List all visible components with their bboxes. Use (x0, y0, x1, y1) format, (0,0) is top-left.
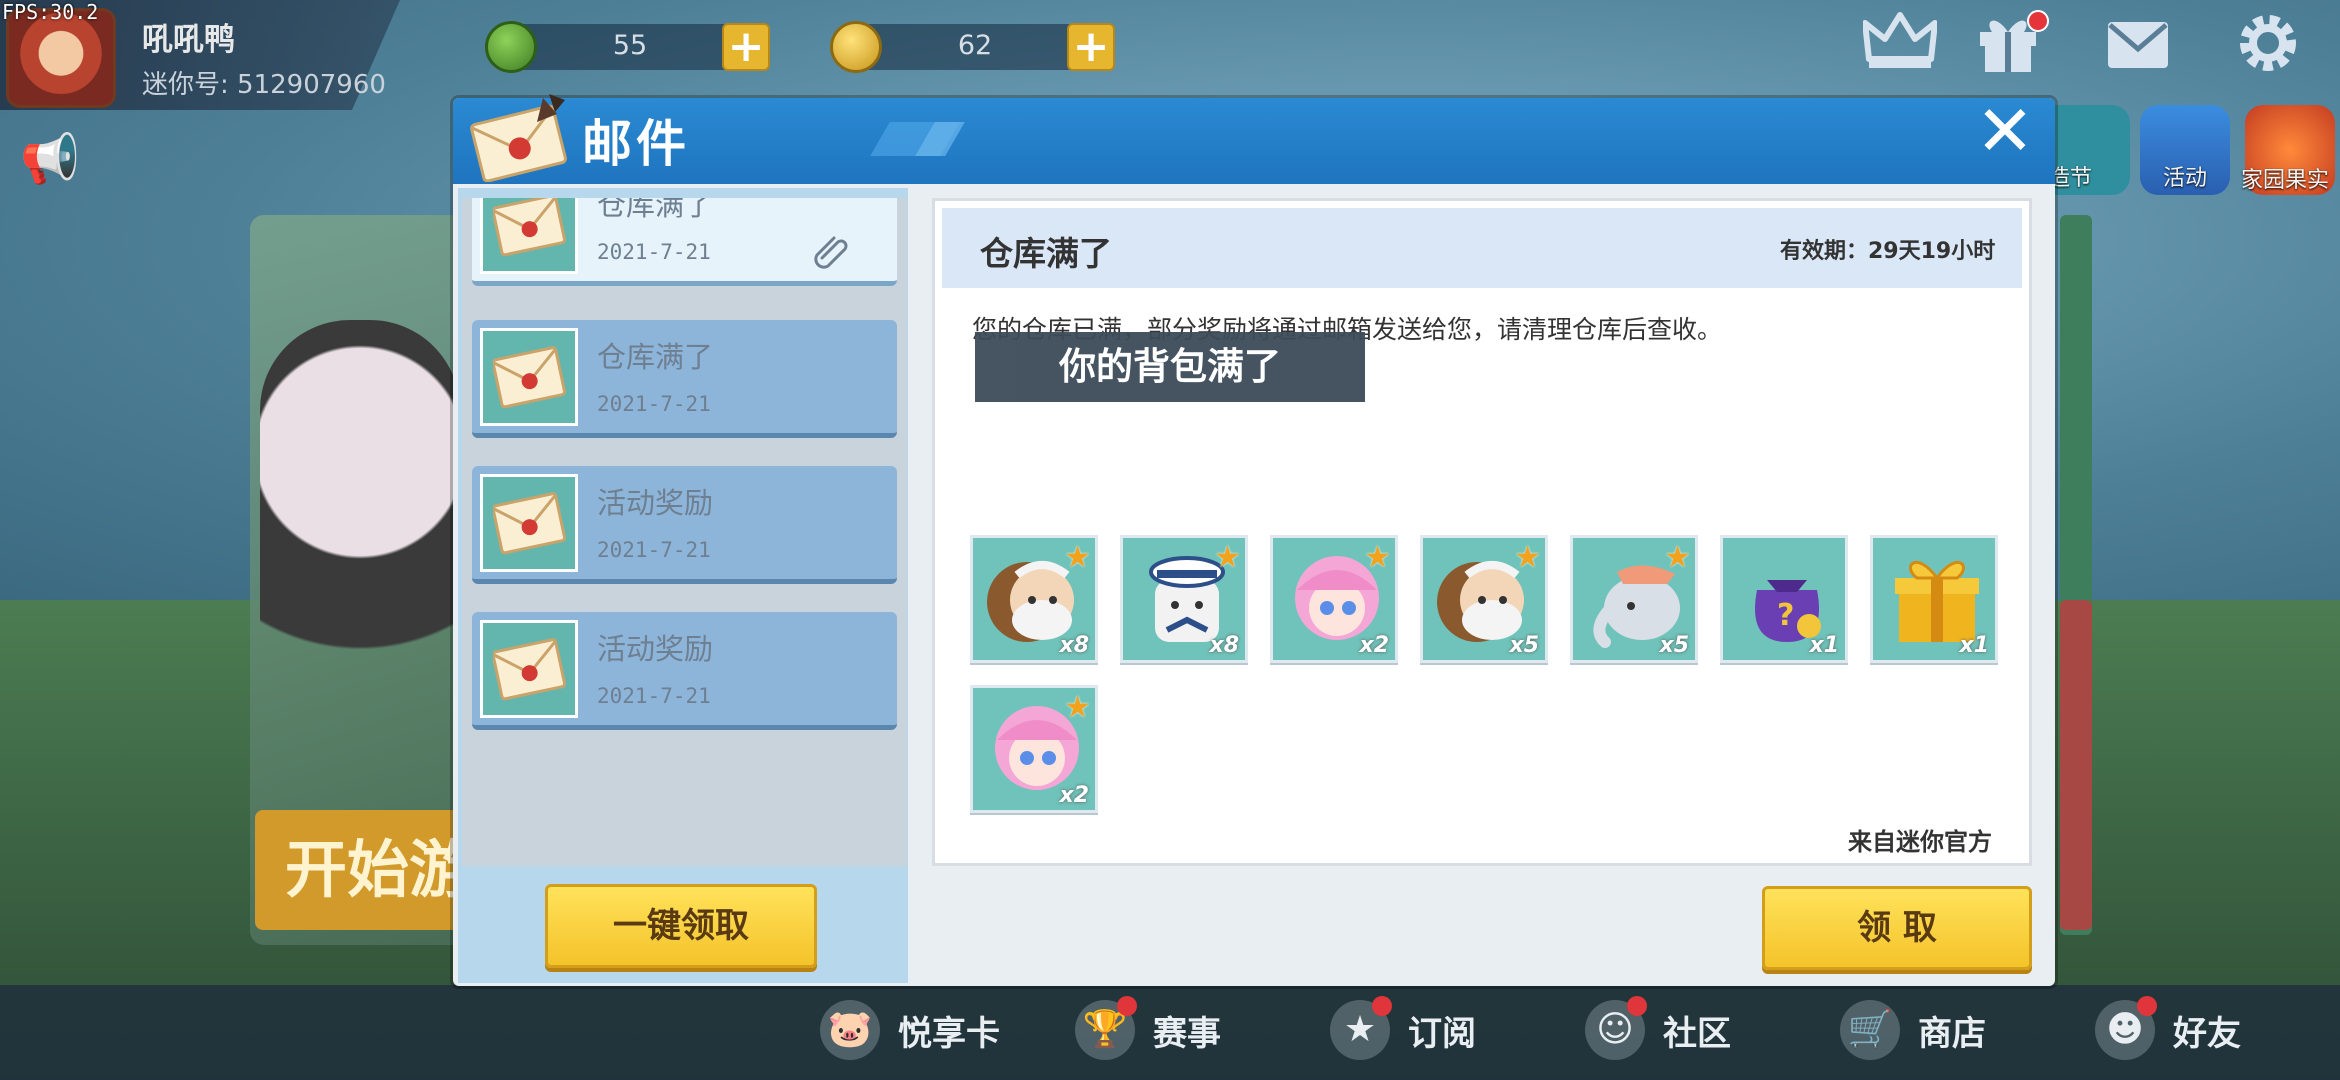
mail-envelope-icon (480, 198, 578, 274)
reward-item[interactable]: ★ x2 (1270, 535, 1398, 663)
reward-qty: x1 (1959, 633, 1990, 658)
background-red-tab (2060, 600, 2092, 930)
reward-qty: x8 (1059, 633, 1090, 658)
reward-item[interactable]: ★ x2 (970, 685, 1098, 813)
mail-expire: 有效期：29天19小时 (1780, 239, 1996, 264)
reward-qty: x5 (1509, 633, 1540, 658)
claim-all-button[interactable]: 一键领取 (545, 884, 817, 968)
mail-date: 2021-7-21 (597, 240, 711, 264)
nav-label: 赛事 (1153, 1013, 1221, 1054)
reward-item[interactable]: ★ x8 (970, 535, 1098, 663)
star-icon: ★ (1064, 540, 1091, 575)
mail-envelope-icon (480, 474, 578, 572)
gear-icon[interactable] (2228, 10, 2308, 90)
mail-title: 活动奖励 (597, 486, 714, 520)
star-icon: ★ (1514, 540, 1541, 575)
claim-button[interactable]: 领 取 (1762, 886, 2032, 970)
green-coin-value: 55 (612, 30, 648, 61)
mail-title: 仓库满了 (597, 198, 714, 222)
nickname: 吼吼鸭 (142, 22, 235, 58)
nav-item-community[interactable]: ☺ 社区 (1585, 995, 1731, 1065)
crown-icon[interactable] (1860, 10, 1940, 90)
reward-item[interactable]: ★ x8 (1120, 535, 1248, 663)
reward-qty: x8 (1209, 633, 1240, 658)
green-coin-icon (485, 21, 537, 73)
mail-dialog-header (453, 98, 2055, 184)
gift-notification-dot (2027, 10, 2049, 32)
notification-dot (1117, 996, 1137, 1016)
notification-dot (2137, 996, 2157, 1016)
gold-coin-plus-button[interactable]: + (1067, 23, 1115, 71)
background-character (260, 320, 460, 760)
star-icon: ★ (1664, 540, 1691, 575)
envelope-icon (465, 92, 575, 183)
green-coin-plus-button[interactable]: + (722, 23, 770, 71)
star-icon: ★ (1064, 690, 1091, 725)
reward-item[interactable]: ? x1 (1720, 535, 1848, 663)
background-start-button: 开始游 (255, 810, 475, 930)
mail-subject: 仓库满了 (980, 234, 1112, 273)
caption-overlay: 你的背包满了 (975, 332, 1365, 402)
nav-item-subscribe[interactable]: ★ 订阅 (1330, 995, 1476, 1065)
reward-item[interactable]: ★ x5 (1420, 535, 1548, 663)
mail-icon[interactable] (2098, 10, 2178, 90)
friend-icon: ☻ (2095, 996, 2157, 1060)
gold-coin-icon (830, 21, 882, 73)
nav-label: 悦享卡 (898, 1013, 1000, 1054)
fruit-label: 家园果实 (2240, 168, 2329, 193)
star-icon: ★ (1214, 540, 1241, 575)
mail-title: 仓库满了 (597, 340, 714, 374)
mail-list-item[interactable]: 活动奖励 2021-7-21 (472, 612, 897, 730)
reward-qty: x2 (1059, 783, 1090, 808)
user-id: 迷你号: 512907960 (142, 70, 386, 100)
mail-date: 2021-7-21 (597, 538, 711, 562)
announcement-horn-icon[interactable]: 📢 (20, 130, 80, 187)
notification-dot (1372, 996, 1392, 1016)
reward-qty: x2 (1359, 633, 1390, 658)
reward-item[interactable]: ★ x5 (1570, 535, 1698, 663)
mail-date: 2021-7-21 (597, 684, 711, 708)
close-icon: ✕ (1975, 90, 2035, 172)
svg-text:?: ? (1777, 598, 1794, 633)
cart-icon: 🛒 (1840, 1000, 1900, 1060)
mail-list[interactable]: 仓库满了 2021-7-21 仓库满了 2021-7-21 活动奖励 2021-… (462, 198, 907, 866)
star-badge-icon: ★ (1330, 996, 1392, 1060)
mail-list-item[interactable]: 仓库满了 2021-7-21 (472, 320, 897, 438)
star-icon: ★ (1364, 540, 1391, 575)
mail-date: 2021-7-21 (597, 392, 711, 416)
fps-counter: FPS:30.2 (2, 0, 99, 24)
nav-label: 订阅 (1408, 1013, 1476, 1054)
nav-label: 好友 (2173, 1013, 2241, 1054)
close-button[interactable]: ✕ (1970, 96, 2040, 166)
mail-list-item-selected[interactable]: 仓库满了 2021-7-21 (472, 198, 897, 286)
reward-item[interactable]: x1 (1870, 535, 1998, 663)
mail-title: 活动奖励 (597, 632, 714, 666)
nav-label: 商店 (1918, 1013, 1986, 1054)
community-icon: ☺ (1585, 996, 1647, 1060)
nav-item-friends[interactable]: ☻ 好友 (2095, 995, 2241, 1065)
pig-icon: 🐷 (820, 1000, 880, 1060)
notification-dot (1627, 996, 1647, 1016)
attachment-clip-icon (810, 230, 850, 270)
nav-item-yuexiangka[interactable]: 🐷 悦享卡 (820, 995, 1000, 1065)
mail-envelope-icon (480, 328, 578, 426)
reward-qty: x5 (1659, 633, 1690, 658)
trophy-icon: 🏆 (1075, 996, 1137, 1060)
dialog-title: 邮件 (582, 115, 690, 173)
nav-item-shop[interactable]: 🛒 商店 (1840, 995, 1986, 1065)
mail-list-item[interactable]: 活动奖励 2021-7-21 (472, 466, 897, 584)
nav-item-events[interactable]: 🏆 赛事 (1075, 995, 1221, 1065)
gold-coin-value: 62 (957, 30, 993, 61)
reward-qty: x1 (1809, 633, 1840, 658)
mail-sender: 来自迷你官方 (1848, 828, 1992, 856)
nav-label: 社区 (1663, 1013, 1731, 1054)
mail-envelope-icon (480, 620, 578, 718)
